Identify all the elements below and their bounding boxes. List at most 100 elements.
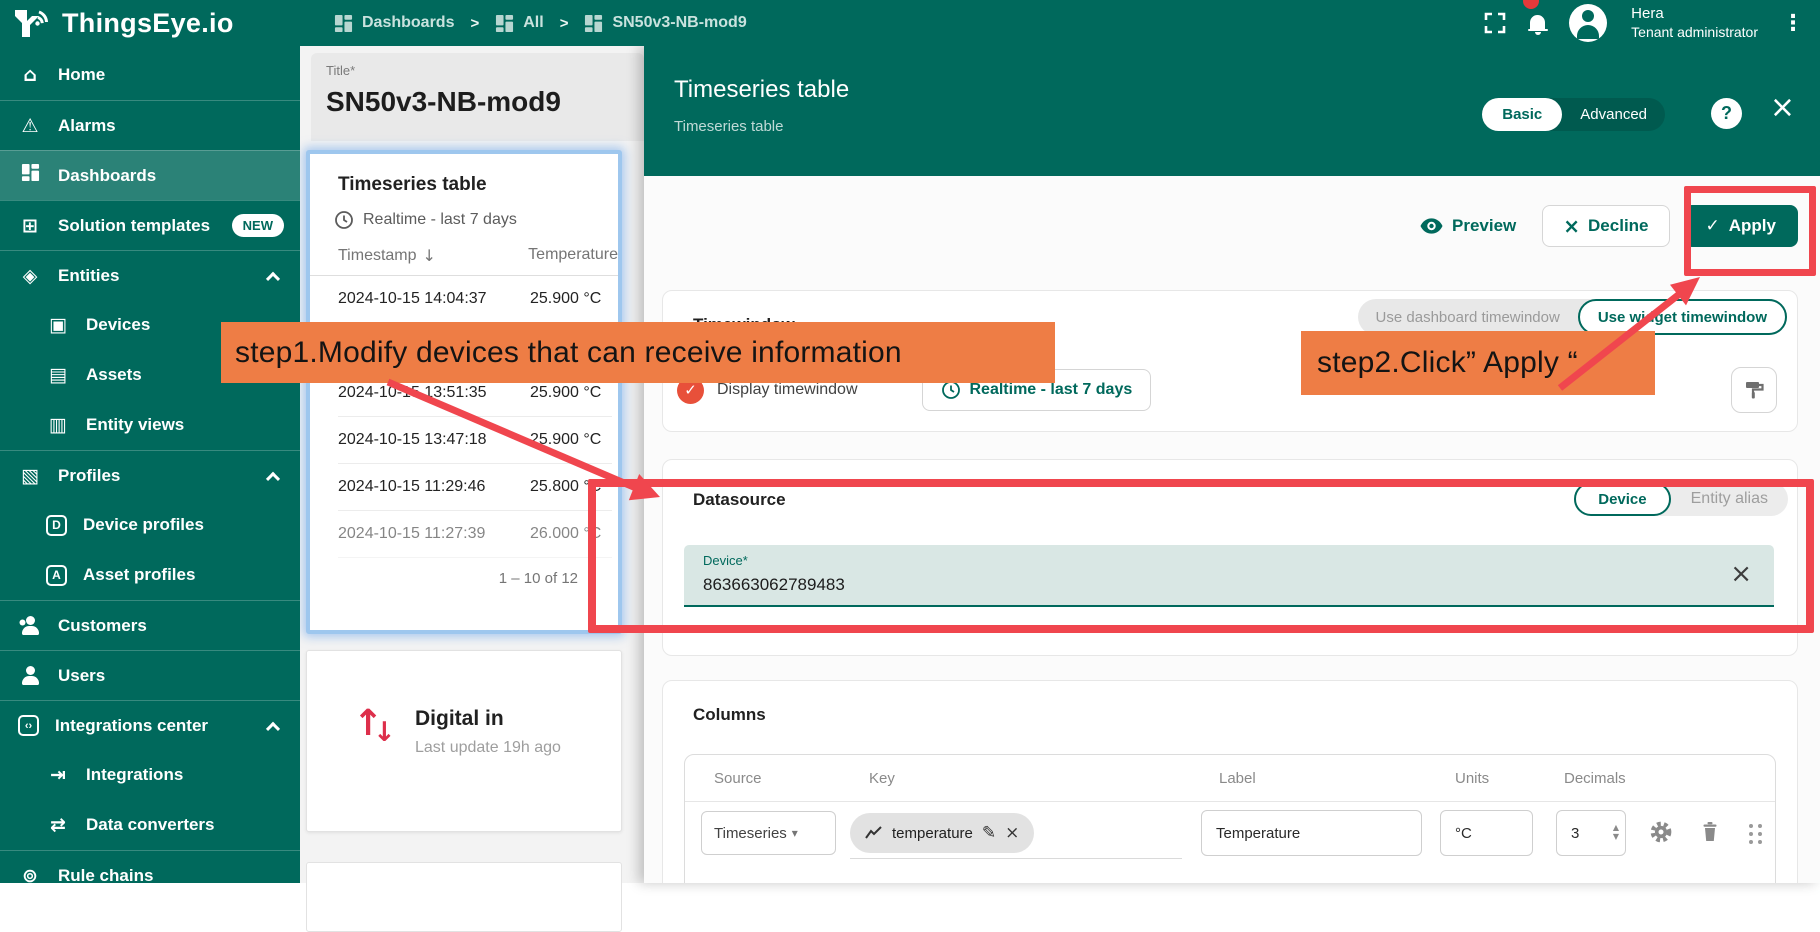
top-bar: ThingsEye.io Dashboards > All > SN50v3-N…	[0, 0, 1820, 46]
sidebar-item-rule-chains[interactable]: ⊚ Rule chains	[0, 850, 300, 883]
key-chip[interactable]: temperature ✎ ×	[850, 813, 1034, 853]
sidebar-item-entity-views[interactable]: ▥ Entity views	[0, 400, 300, 450]
columns-section: Columns Source Key Label Units Decimals …	[662, 680, 1798, 883]
breadcrumb-label: SN50v3-NB-mod9	[612, 14, 746, 32]
appearance-settings-button[interactable]	[1731, 367, 1777, 413]
annotation-highlight-apply	[1684, 186, 1816, 276]
preview-button[interactable]: Preview	[1420, 216, 1516, 236]
sidebar-item-alarms[interactable]: ⚠ Alarms	[0, 100, 300, 150]
header-source: Source	[714, 770, 869, 787]
sidebar-item-device-profiles[interactable]: D Device profiles	[0, 500, 300, 550]
decimals-value: 3	[1571, 825, 1579, 842]
label-input[interactable]: Temperature	[1201, 810, 1422, 856]
column-config-row: Timeseries ▾ temperature ✎ × Temperature…	[685, 802, 1775, 864]
sidebar-nav: ⌂ Home ⚠ Alarms Dashboards ⊞ Solution te…	[0, 46, 300, 883]
breadcrumb-label: All	[523, 14, 543, 32]
close-panel-button[interactable]: ×	[1770, 90, 1795, 125]
entity-views-icon: ▥	[46, 414, 70, 436]
decimals-input[interactable]: 3 ▲ ▼	[1556, 810, 1626, 856]
sidebar-item-label: Dashboards	[58, 166, 156, 186]
toggle-advanced[interactable]: Advanced	[1562, 106, 1665, 123]
widget-timewindow[interactable]: Realtime - last 7 days	[334, 210, 618, 230]
dashboard-grid-icon	[334, 14, 353, 33]
column-header-temperature[interactable]: Temperature	[528, 246, 618, 265]
sidebar-item-integrations-center[interactable]: ‹› Integrations center	[0, 700, 300, 750]
digital-in-widget[interactable]: ↑↓ Digital in Last update 19h ago	[306, 650, 622, 832]
decimals-stepper[interactable]: ▲ ▼	[1613, 824, 1619, 842]
clock-icon	[334, 210, 354, 230]
chevron-up-icon	[266, 471, 280, 485]
column-header-timestamp[interactable]: Timestamp	[338, 247, 417, 265]
gear-icon	[1649, 820, 1673, 844]
annotation-step2: step2.Click” Apply “	[1301, 331, 1655, 395]
widget-title: Digital in	[415, 707, 504, 731]
units-input[interactable]: °C	[1440, 810, 1533, 856]
user-avatar[interactable]	[1569, 4, 1607, 42]
breadcrumb-item-current-dashboard[interactable]: SN50v3-NB-mod9	[584, 14, 746, 33]
sidebar-item-integrations[interactable]: ⇥ Integrations	[0, 750, 300, 800]
decline-button[interactable]: × Decline	[1542, 205, 1669, 247]
sidebar-item-asset-profiles[interactable]: A Asset profiles	[0, 550, 300, 600]
drag-handle[interactable]	[1749, 824, 1753, 828]
profiles-icon: ▧	[18, 465, 42, 487]
cell-timestamp: 2024-10-15 11:29:46	[338, 478, 530, 496]
sidebar-item-entities[interactable]: ◈ Entities	[0, 250, 300, 300]
dashboard-title-field[interactable]: Title* SN50v3-NB-mod9	[311, 53, 644, 141]
header-decimals: Decimals	[1564, 770, 1626, 787]
breadcrumb-item-dashboards[interactable]: Dashboards	[334, 14, 454, 33]
sidebar-item-home[interactable]: ⌂ Home	[0, 50, 300, 100]
columns-table: Source Key Label Units Decimals Timeseri…	[684, 754, 1776, 883]
sidebar-item-label: Entities	[58, 266, 119, 286]
toggle-basic[interactable]: Basic	[1482, 98, 1562, 131]
key-field-underline	[850, 858, 1182, 859]
source-select[interactable]: Timeseries ▾	[701, 811, 836, 855]
table-row: 2024-10-15 13:47:18 25.900 °C	[338, 417, 612, 464]
use-dashboard-timewindow-option[interactable]: Use dashboard timewindow	[1358, 309, 1578, 326]
sort-desc-icon[interactable]: ↓	[423, 246, 436, 265]
customers-icon	[18, 616, 42, 636]
timeseries-table-widget[interactable]: Timeseries table Realtime - last 7 days …	[306, 150, 622, 634]
title-field-value: SN50v3-NB-mod9	[326, 86, 644, 118]
pagination-range: 1 – 10 of 12	[310, 570, 578, 587]
home-icon: ⌂	[18, 64, 42, 86]
fullscreen-button[interactable]	[1484, 12, 1506, 34]
delete-column-button[interactable]	[1699, 820, 1721, 849]
breadcrumb-label: Dashboards	[362, 14, 454, 32]
cell-timestamp: 2024-10-15 13:51:35	[338, 384, 530, 402]
next-widget-partial[interactable]	[306, 862, 622, 932]
sidebar-item-label: Rule chains	[58, 866, 153, 884]
app-title: ThingsEye.io	[62, 8, 234, 39]
sidebar-item-users[interactable]: Users	[0, 650, 300, 700]
sidebar-item-customers[interactable]: Customers	[0, 600, 300, 650]
sidebar-item-profiles[interactable]: ▧ Profiles	[0, 450, 300, 500]
sidebar-item-label: Device profiles	[83, 515, 204, 535]
column-settings-button[interactable]	[1649, 820, 1673, 849]
app-logo[interactable]: ThingsEye.io	[0, 7, 300, 39]
step-down-icon[interactable]: ▼	[1613, 833, 1619, 842]
help-button[interactable]: ?	[1711, 98, 1742, 129]
breadcrumb-item-all[interactable]: All	[495, 14, 543, 33]
user-name: Hera	[1631, 5, 1758, 24]
sidebar-item-label: Customers	[58, 616, 147, 636]
notifications-button[interactable]	[1530, 15, 1545, 31]
sidebar-item-dashboards[interactable]: Dashboards	[0, 150, 300, 200]
user-role: Tenant administrator	[1631, 24, 1758, 42]
dashboard-grid-icon	[584, 14, 603, 33]
chevron-up-icon	[266, 271, 280, 285]
x-icon: ×	[1563, 214, 1580, 238]
panel-action-row: Preview × Decline ✓ Apply	[662, 176, 1798, 276]
basic-advanced-toggle: Basic Advanced	[1482, 98, 1665, 131]
sidebar-item-data-converters[interactable]: ⇄ Data converters	[0, 800, 300, 850]
header-key: Key	[869, 770, 1219, 787]
sidebar-item-solution-templates[interactable]: ⊞ Solution templates NEW	[0, 200, 300, 250]
widget-config-panel: Timeseries table Timeseries table Basic …	[644, 46, 1820, 883]
use-widget-timewindow-option[interactable]: Use widget timewindow	[1578, 299, 1787, 335]
rule-chains-icon: ⊚	[18, 865, 42, 884]
cell-temperature: 25.900 °C	[530, 290, 601, 308]
widget-title: Timeseries table	[338, 174, 618, 196]
key-value: temperature	[892, 825, 973, 842]
remove-key-icon[interactable]: ×	[1005, 823, 1019, 843]
more-menu-button[interactable]: ⋮	[1782, 11, 1804, 36]
edit-key-icon[interactable]: ✎	[982, 823, 996, 843]
breadcrumb-separator: >	[560, 15, 569, 32]
